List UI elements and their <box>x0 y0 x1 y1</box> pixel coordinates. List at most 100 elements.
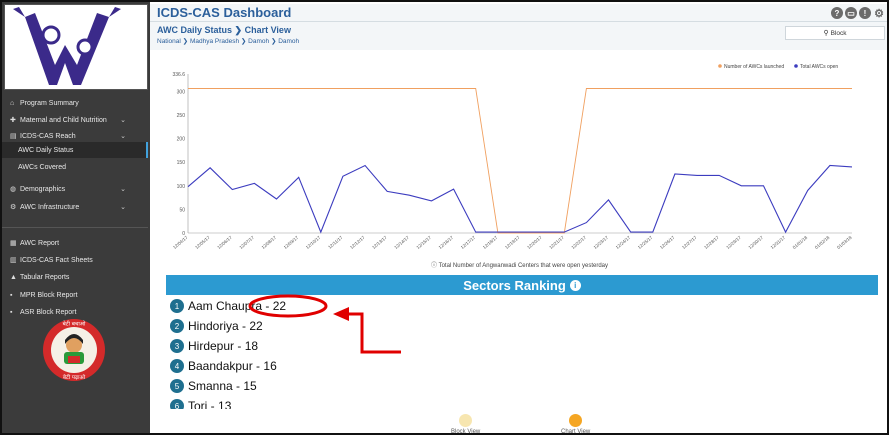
list-item: 3 Hirdepur - 18 <box>170 338 258 354</box>
chevron-down-icon: ⌄ <box>120 204 126 211</box>
x-tick-label: 12/21/17 <box>548 235 565 250</box>
x-tick-label: 12/28/17 <box>703 235 720 250</box>
location-pin-icon: ⚲ <box>823 30 829 37</box>
fact-sheet-icon: ▥ <box>10 257 17 264</box>
y-tick-label: 50 <box>179 207 185 213</box>
print-icon[interactable]: ▭ <box>845 7 857 19</box>
building-icon: ⚙ <box>10 204 17 211</box>
x-tick-label: 12/15/17 <box>415 235 432 250</box>
sidebar-item-awc-report[interactable]: ▦ AWC Report <box>2 235 148 251</box>
chevron-right-icon: ❯ <box>240 38 247 45</box>
radio-dot-icon <box>459 414 473 427</box>
svg-text:बेटी बचाओ: बेटी बचाओ <box>63 321 86 328</box>
series-line-1 <box>188 88 852 234</box>
beti-bachao-seal-icon: बेटी बचाओ बेटी पढ़ाओ <box>43 319 105 381</box>
info-icon: ⓘ <box>430 263 437 269</box>
breadcrumb-block[interactable]: Damoh <box>278 38 299 45</box>
x-tick-label: 12/14/17 <box>393 235 410 250</box>
settings-icon[interactable]: ⚙ <box>873 7 885 20</box>
people-icon: ◍ <box>10 186 17 193</box>
block-filter-button[interactable]: ⚲ Block <box>785 26 885 40</box>
list-item: 5 Smanna - 15 <box>170 378 257 394</box>
x-tick-label: 12/04/17 <box>172 235 189 250</box>
chevron-down-icon: ⌄ <box>120 133 126 140</box>
series-line-2 <box>187 164 853 234</box>
chart-view-toggle[interactable]: Chart View <box>561 414 590 433</box>
nutrition-icon: ✚ <box>10 117 16 124</box>
breadcrumb-district[interactable]: Damoh <box>248 38 269 45</box>
sidebar-item-awc-daily-status[interactable]: AWC Daily Status <box>2 142 148 158</box>
x-tick-label: 12/24/17 <box>615 235 632 250</box>
logo <box>4 4 148 90</box>
list-item: 2 Hindoriya - 22 <box>170 318 263 334</box>
breadcrumb-state[interactable]: Madhya Pradesh <box>190 38 239 45</box>
report-icon: ▦ <box>10 240 17 247</box>
help-icon[interactable]: ? <box>831 7 843 19</box>
sidebar-item-program-summary[interactable]: ⌂ Program Summary <box>2 95 148 111</box>
chevron-right-icon: ❯ <box>182 38 189 45</box>
x-tick-label: 12/25/17 <box>637 235 654 250</box>
app-title: ICDS-CAS Dashboard <box>157 5 292 20</box>
list-item: 6 Tori - 13 <box>170 398 231 409</box>
sidebar-item-fact-sheets[interactable]: ▥ ICDS-CAS Fact Sheets <box>2 252 148 268</box>
sidebar-divider <box>2 227 148 228</box>
x-tick-label: 01/01/18 <box>792 235 809 250</box>
x-tick-label: 01/03/18 <box>836 235 853 250</box>
breadcrumb-national[interactable]: National <box>157 38 181 45</box>
x-tick-label: 12/30/17 <box>747 235 764 250</box>
y-tick-label: 200 <box>177 137 186 143</box>
legend-marker <box>718 64 722 68</box>
y-tick-label: 150 <box>177 160 186 166</box>
list-item: 4 Baandakpur - 16 <box>170 358 277 374</box>
block-view-toggle[interactable]: Block View <box>451 414 480 433</box>
x-tick-label: 12/11/17 <box>327 235 344 250</box>
sidebar-item-awcs-covered[interactable]: AWCs Covered <box>2 159 148 175</box>
x-tick-label: 12/29/17 <box>725 235 742 250</box>
x-tick-label: 12/20/17 <box>526 235 543 250</box>
awc-status-line-chart: 050100150200250300336.612/04/17 12/05/17 1… <box>172 64 853 250</box>
sidebar: ⌂ Program Summary ✚ Maternal and Child Nut… <box>2 2 150 433</box>
chart-note: ⓘ Total Number of Angwanwadi Centers tha… <box>430 263 608 269</box>
asr-icon: ▪ <box>10 308 13 316</box>
x-tick-label: 12/23/17 <box>593 235 610 250</box>
sidebar-item-maternal-child-nutrition[interactable]: ✚ Maternal and Child Nutrition ⌄ <box>2 112 148 128</box>
x-tick-label: 12/26/17 <box>659 235 676 250</box>
sidebar-item-awc-infrastructure[interactable]: ⚙ AWC Infrastructure ⌄ <box>2 199 148 215</box>
x-tick-label: 01/02/18 <box>814 235 831 250</box>
chart-icon: ▤ <box>10 133 17 140</box>
chevron-right-icon: ❯ <box>270 38 277 45</box>
page-header: AWC Daily Status ❯ Chart View National ❯… <box>150 22 887 50</box>
x-tick-label: 12/18/17 <box>482 235 499 250</box>
mpr-icon: ▪ <box>10 291 13 299</box>
x-tick-label: 12/22/17 <box>570 235 587 250</box>
x-tick-label: 12/17/17 <box>460 235 477 250</box>
breadcrumb: National ❯ Madhya Pradesh ❯ Damoh ❯ Damo… <box>157 37 299 45</box>
alert-icon[interactable]: ! <box>859 7 871 19</box>
x-tick-label: 12/06/17 <box>216 235 233 250</box>
legend-label: Number of AWCs launched <box>724 64 784 70</box>
x-tick-label: 12/09/17 <box>283 235 300 250</box>
chevron-down-icon: ⌄ <box>120 186 126 193</box>
table-icon: ▲ <box>10 273 17 281</box>
x-tick-label: 12/08/17 <box>261 235 278 250</box>
sidebar-item-mpr-block-report[interactable]: ▪ MPR Block Report <box>2 287 148 303</box>
sidebar-item-tabular-reports[interactable]: ▲ Tabular Reports <box>2 269 148 285</box>
x-tick-label: 12/07/17 <box>238 235 255 250</box>
info-icon[interactable]: i <box>569 279 581 291</box>
y-tick-label: 336.6 <box>172 72 185 78</box>
y-tick-label: 250 <box>177 113 186 119</box>
x-tick-label: 12/31/17 <box>770 235 787 250</box>
x-tick-label: 12/16/17 <box>438 235 455 250</box>
x-tick-label: 12/13/17 <box>371 235 388 250</box>
x-tick-label: 12/05/17 <box>194 235 211 250</box>
radio-dot-icon <box>569 414 583 427</box>
svg-text:बेटी पढ़ाओ: बेटी पढ़ाओ <box>63 374 86 381</box>
sidebar-item-demographics[interactable]: ◍ Demographics ⌄ <box>2 181 148 197</box>
list-item: 1 Aam Chaupra - 22 <box>170 298 286 314</box>
chevron-right-icon: ❯ <box>234 25 243 35</box>
page-title: AWC Daily Status ❯ Chart View <box>157 25 291 35</box>
app-window: ⌂ Program Summary ✚ Maternal and Child Nut… <box>0 0 889 435</box>
y-tick-label: 300 <box>177 89 186 95</box>
header-icons: ? ▭ ! ⚙ <box>831 7 885 20</box>
sectors-ranking-list: 1 Aam Chaupra - 22 2 Hindoriya - 22 3 Hirde… <box>166 295 878 409</box>
